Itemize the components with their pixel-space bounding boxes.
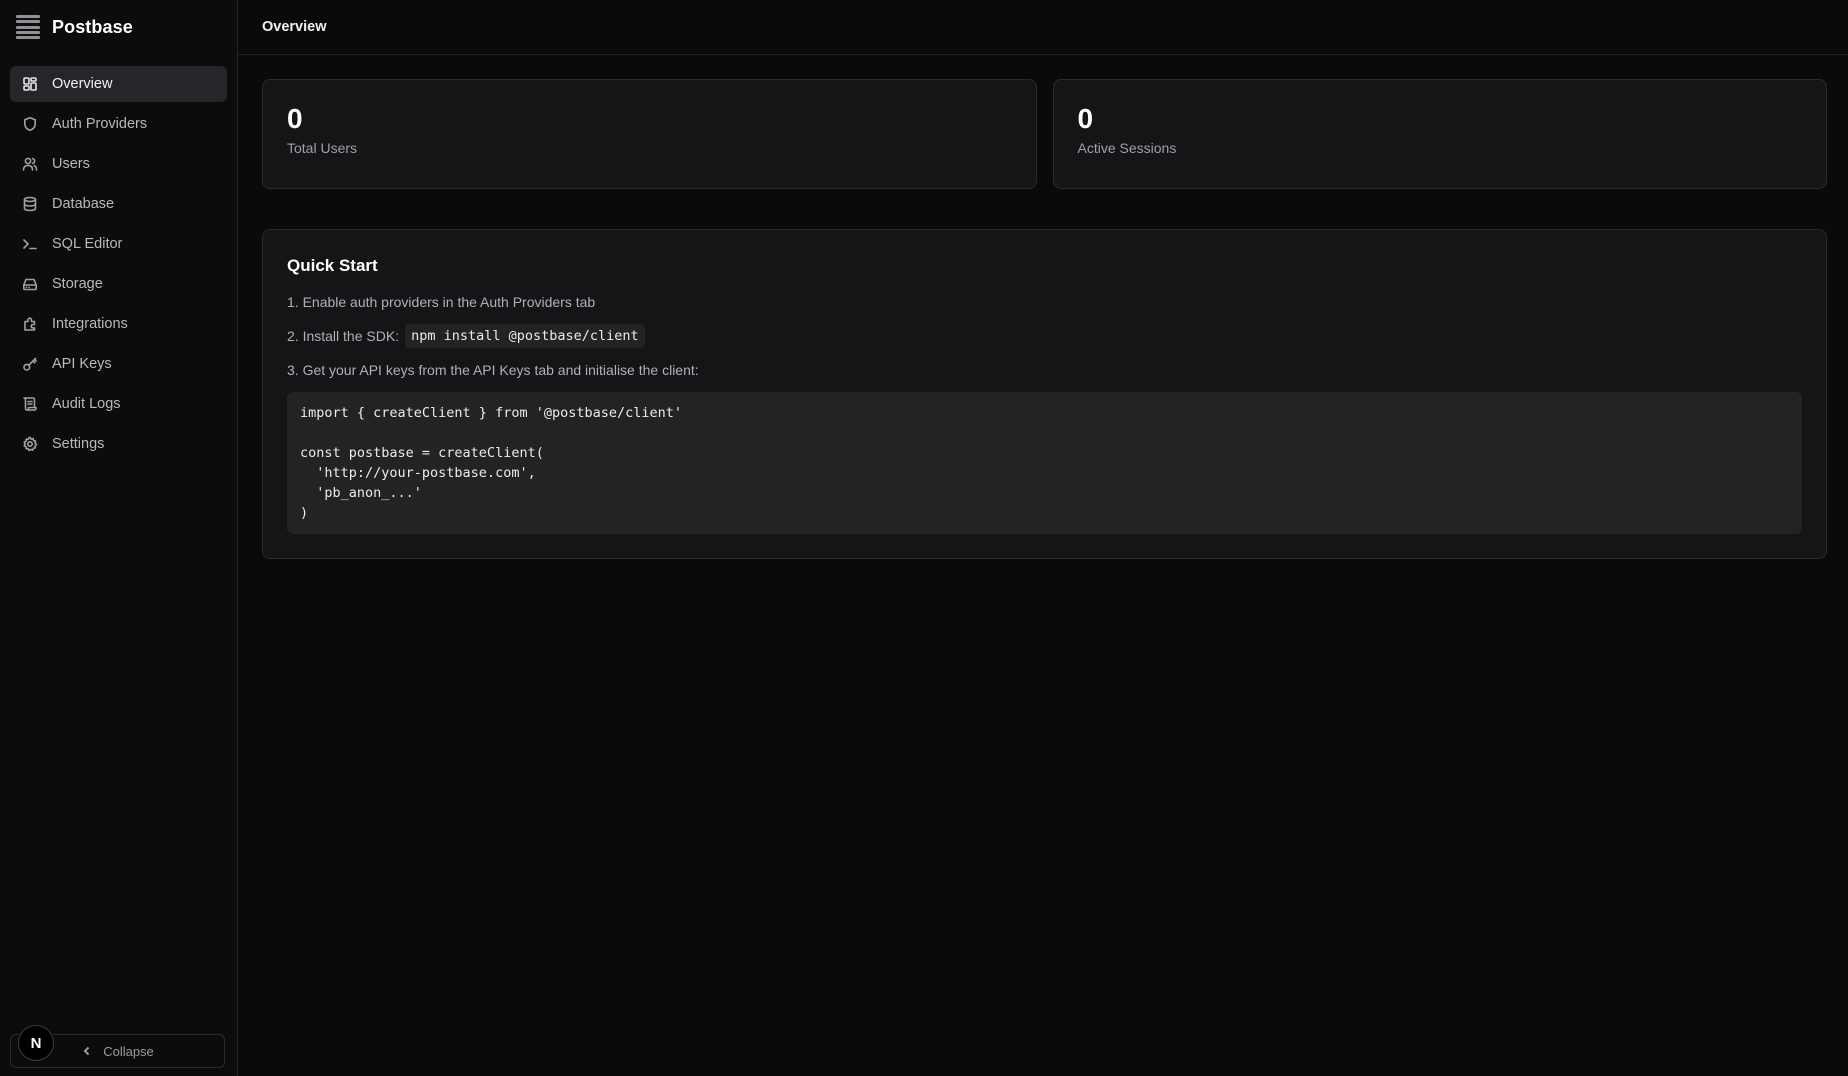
avatar[interactable]: N bbox=[18, 1025, 54, 1061]
sidebar-item-api-keys[interactable]: API Keys bbox=[10, 346, 227, 382]
database-icon bbox=[22, 196, 38, 212]
grid-icon bbox=[22, 76, 38, 92]
puzzle-icon bbox=[22, 316, 38, 332]
sidebar-item-overview[interactable]: Overview bbox=[10, 66, 227, 102]
key-icon bbox=[22, 356, 38, 372]
brand[interactable]: Postbase bbox=[0, 0, 237, 54]
client-code-block[interactable]: import { createClient } from '@postbase/… bbox=[287, 392, 1802, 534]
sidebar-item-auth-providers[interactable]: Auth Providers bbox=[10, 106, 227, 142]
sidebar-item-label: Users bbox=[52, 156, 90, 172]
sidebar-nav: Overview Auth Providers Users Database S… bbox=[0, 54, 237, 462]
sidebar-item-label: Audit Logs bbox=[52, 396, 121, 412]
chevron-left-icon bbox=[83, 1046, 90, 1056]
stat-card-total-users: 0 Total Users bbox=[262, 79, 1037, 189]
sidebar-item-label: SQL Editor bbox=[52, 236, 123, 252]
install-command-code[interactable]: npm install @postbase/client bbox=[405, 324, 645, 348]
quick-start-title: Quick Start bbox=[287, 256, 378, 275]
main-content: Overview 0 Total Users 0 Active Sessions… bbox=[238, 0, 1848, 1076]
storage-icon bbox=[22, 276, 38, 292]
step-2-text: 2. Install the SDK: bbox=[287, 328, 400, 344]
sidebar-item-database[interactable]: Database bbox=[10, 186, 227, 222]
stats-row: 0 Total Users 0 Active Sessions bbox=[262, 79, 1827, 189]
sidebar-item-label: Database bbox=[52, 196, 115, 212]
top-bar: Overview bbox=[238, 0, 1848, 55]
stat-value: 0 bbox=[287, 103, 303, 134]
scroll-icon bbox=[22, 396, 38, 412]
sidebar-item-label: API Keys bbox=[52, 356, 112, 372]
quick-start-card: Quick Start 1. Enable auth providers in … bbox=[262, 229, 1827, 559]
sidebar-item-label: Settings bbox=[52, 436, 105, 452]
quick-start-step-2: 2. Install the SDK: npm install @postbas… bbox=[287, 324, 1802, 348]
stat-label: Active Sessions bbox=[1077, 140, 1177, 156]
collapse-label: Collapse bbox=[103, 1043, 154, 1059]
sidebar: Postbase Overview Auth Providers Users D… bbox=[0, 0, 238, 1076]
sidebar-item-label: Overview bbox=[52, 76, 113, 92]
shield-icon bbox=[22, 116, 38, 132]
quick-start-step-1: 1. Enable auth providers in the Auth Pro… bbox=[287, 294, 596, 310]
sidebar-item-integrations[interactable]: Integrations bbox=[10, 306, 227, 342]
sidebar-item-sql-editor[interactable]: SQL Editor bbox=[10, 226, 227, 262]
sidebar-item-users[interactable]: Users bbox=[10, 146, 227, 182]
stat-card-active-sessions: 0 Active Sessions bbox=[1052, 79, 1827, 189]
page-title: Overview bbox=[262, 19, 327, 35]
brand-name: Postbase bbox=[52, 16, 133, 37]
quick-start-step-3: 3. Get your API keys from the API Keys t… bbox=[287, 362, 699, 378]
stat-label: Total Users bbox=[287, 140, 358, 156]
gear-icon bbox=[22, 436, 38, 452]
sidebar-item-label: Auth Providers bbox=[52, 116, 148, 132]
sidebar-item-storage[interactable]: Storage bbox=[10, 266, 227, 302]
sidebar-item-audit-logs[interactable]: Audit Logs bbox=[10, 386, 227, 422]
terminal-icon bbox=[22, 236, 38, 252]
postbase-logo-icon bbox=[16, 15, 40, 39]
sidebar-item-label: Integrations bbox=[52, 316, 128, 332]
avatar-letter: N bbox=[30, 1034, 42, 1052]
overview-content: 0 Total Users 0 Active Sessions Quick St… bbox=[238, 55, 1848, 559]
sidebar-item-settings[interactable]: Settings bbox=[10, 426, 227, 462]
sidebar-item-label: Storage bbox=[52, 276, 103, 292]
users-icon bbox=[22, 156, 38, 172]
stat-value: 0 bbox=[1077, 103, 1094, 134]
